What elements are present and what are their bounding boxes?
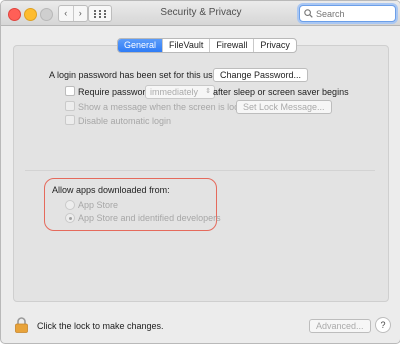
login-password-text: A login password has been set for this u… — [49, 70, 221, 80]
lock-text: Click the lock to make changes. — [37, 321, 164, 331]
require-password-suffix: after sleep or screen saver begins — [213, 87, 349, 97]
radio-identified-developers[interactable] — [65, 213, 75, 223]
radio-identified-developers-label: App Store and identified developers — [78, 213, 221, 223]
advanced-button[interactable]: Advanced... — [309, 319, 371, 333]
forward-button[interactable]: › — [72, 6, 88, 21]
search-input[interactable] — [313, 8, 392, 19]
search-icon — [304, 9, 313, 18]
disable-auto-login-label: Disable automatic login — [78, 116, 172, 126]
zoom-button[interactable] — [40, 8, 53, 21]
navigation-buttons: ‹ › — [58, 5, 88, 22]
allow-apps-heading: Allow apps downloaded from: — [52, 185, 170, 195]
set-lock-message-button[interactable]: Set Lock Message... — [236, 100, 332, 114]
require-password-select-value: immediately — [150, 87, 199, 97]
section-divider — [25, 170, 375, 171]
show-message-checkbox[interactable] — [65, 101, 75, 111]
lock-icon — [15, 317, 28, 333]
show-all-button[interactable] — [88, 5, 112, 22]
show-message-label: Show a message when the screen is locked — [78, 102, 254, 112]
title-bar: ‹ › Security & Privacy — [1, 1, 400, 26]
tab-firewall[interactable]: Firewall — [209, 39, 253, 52]
radio-app-store[interactable] — [65, 200, 75, 210]
search-field[interactable] — [299, 5, 396, 22]
require-password-checkbox[interactable] — [65, 86, 75, 96]
tab-filevault[interactable]: FileVault — [162, 39, 209, 52]
close-button[interactable] — [8, 8, 21, 21]
tab-privacy[interactable]: Privacy — [253, 39, 296, 52]
require-password-select[interactable]: immediately ⇕ — [145, 85, 216, 99]
require-password-label: Require password — [78, 87, 151, 97]
security-privacy-window: ‹ › Security & Privacy G — [0, 0, 400, 344]
general-panel — [13, 45, 389, 302]
tab-bar: General FileVault Firewall Privacy — [117, 38, 297, 53]
window-title: Security & Privacy — [160, 7, 242, 18]
tab-general[interactable]: General — [118, 39, 163, 52]
select-arrows-icon: ⇕ — [205, 88, 212, 95]
back-button[interactable]: ‹ — [59, 6, 73, 21]
chevron-right-icon: › — [78, 8, 82, 18]
lock-button[interactable] — [15, 317, 28, 335]
chevron-left-icon: ‹ — [64, 8, 68, 18]
help-button[interactable]: ? — [375, 317, 391, 333]
minimize-button[interactable] — [24, 8, 37, 21]
disable-auto-login-checkbox[interactable] — [65, 115, 75, 125]
change-password-button[interactable]: Change Password... — [213, 68, 309, 82]
grid-icon — [94, 9, 106, 18]
radio-app-store-label: App Store — [78, 200, 119, 210]
